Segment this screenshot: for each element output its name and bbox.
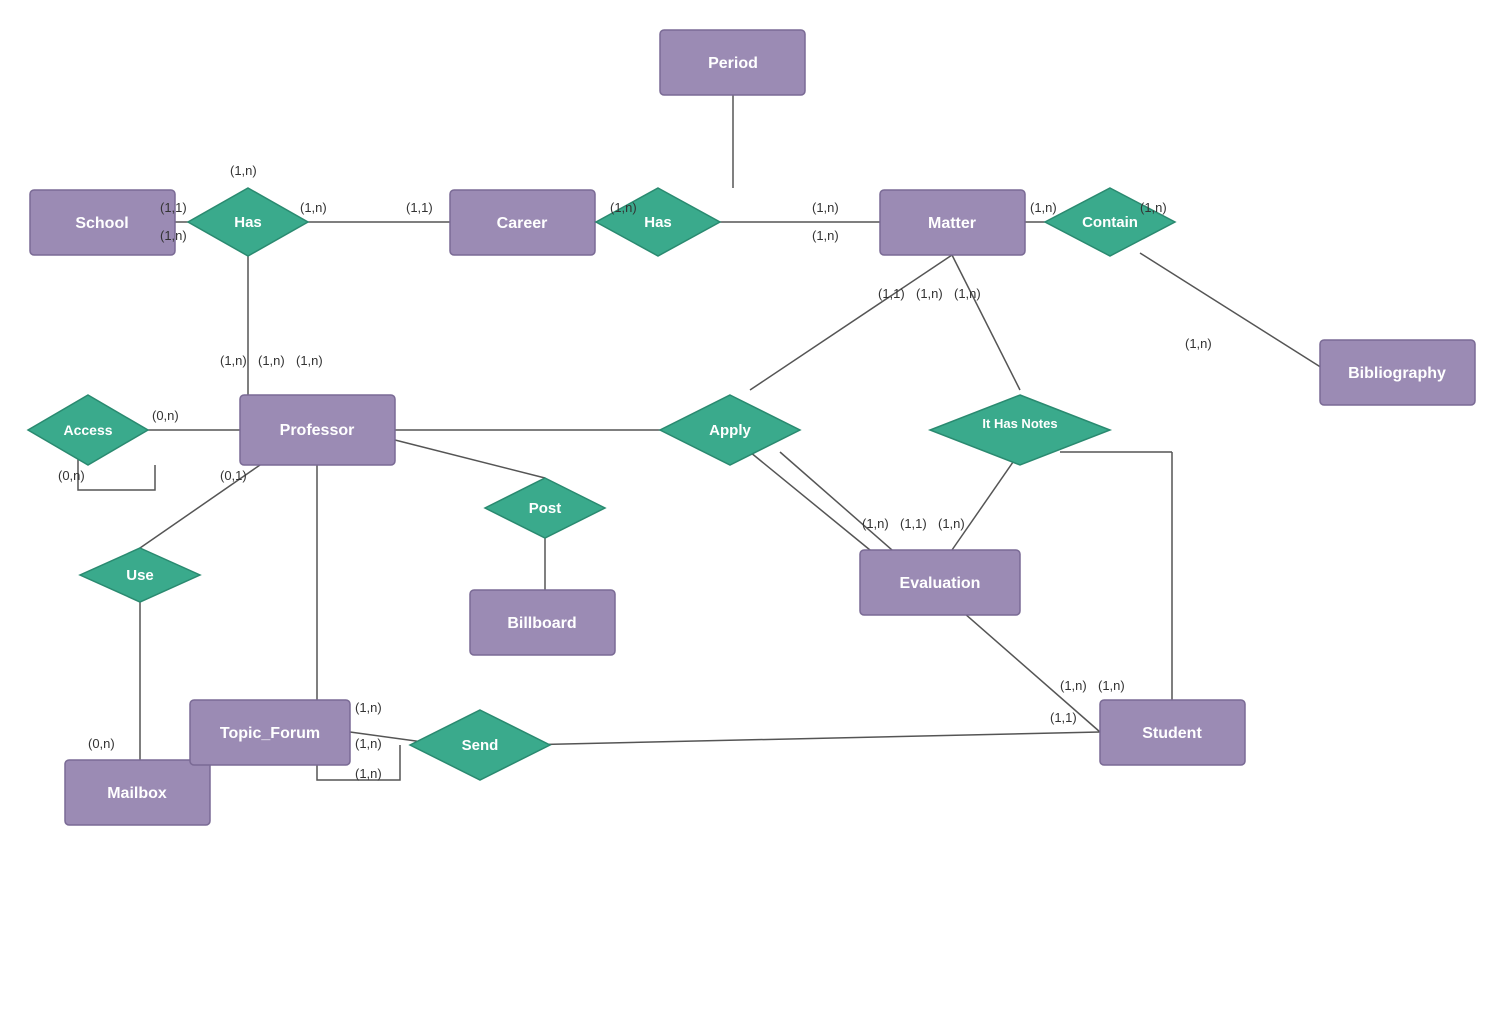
label-contain-matter: (1,n) — [1140, 200, 1167, 215]
label-eval-2: (1,1) — [900, 516, 927, 531]
label-prof-top-1: (1,n) — [220, 353, 247, 368]
label-send-student: (1,1) — [1050, 710, 1077, 725]
entity-billboard-label: Billboard — [507, 615, 576, 632]
relationship-access-label: Access — [63, 422, 112, 438]
relationship-has2-label: Has — [644, 214, 672, 231]
relationship-contain-label: Contain — [1082, 214, 1138, 231]
relationship-has1-label: Has — [234, 214, 262, 231]
label-matter-apply-3: (1,n) — [954, 286, 981, 301]
entity-career-label: Career — [497, 215, 548, 232]
label-topicforum-send-2: (1,n) — [355, 736, 382, 751]
label-school-has1-bot: (1,n) — [160, 228, 187, 243]
label-career-has1-bot: (1,1) — [406, 200, 433, 215]
label-matter-apply-2: (1,n) — [916, 286, 943, 301]
entity-matter-label: Matter — [928, 215, 976, 232]
label-school-has1-top: (1,1) — [160, 200, 187, 215]
label-mailbox: (0,n) — [88, 736, 115, 751]
label-matter-apply-1: (1,1) — [878, 286, 905, 301]
label-access-self-2: (0,1) — [220, 468, 247, 483]
relationship-apply-label: Apply — [709, 422, 751, 439]
label-has2-matter-bot: (1,n) — [812, 228, 839, 243]
relationship-use-label: Use — [126, 567, 154, 584]
label-student-top-2: (1,n) — [1098, 678, 1125, 693]
label-send-bottom: (1,n) — [355, 766, 382, 781]
entity-topic-forum-label: Topic_Forum — [220, 725, 320, 742]
diagram-container: School Career Matter Period Professor Ma… — [0, 0, 1500, 1029]
label-student-top-1: (1,n) — [1060, 678, 1087, 693]
label-eval-1: (1,n) — [862, 516, 889, 531]
relationship-send-label: Send — [462, 737, 499, 754]
label-matter-contain: (1,n) — [1030, 200, 1057, 215]
label-eval-3: (1,n) — [938, 516, 965, 531]
entity-evaluation-label: Evaluation — [900, 575, 981, 592]
er-diagram: School Career Matter Period Professor Ma… — [0, 0, 1500, 1029]
label-topicforum-send-1: (1,n) — [355, 700, 382, 715]
relationship-ithasnotes-label: It Has Notes — [982, 416, 1057, 431]
label-prof-top-3: (1,n) — [296, 353, 323, 368]
label-access-self-1: (0,n) — [58, 468, 85, 483]
entity-professor-label: Professor — [280, 422, 355, 439]
entity-mailbox-label: Mailbox — [107, 785, 167, 802]
label-has1-career-top: (1,n) — [300, 200, 327, 215]
relationship-post-label: Post — [529, 500, 562, 517]
entity-school-label: School — [75, 215, 128, 232]
entity-period-label: Period — [708, 55, 758, 72]
label-career-has2: (1,n) — [610, 200, 637, 215]
entity-student-label: Student — [1142, 725, 1202, 742]
label-has2-matter-top: (1,n) — [812, 200, 839, 215]
label-contain-bib: (1,n) — [1185, 336, 1212, 351]
label-prof-top-2: (1,n) — [258, 353, 285, 368]
entity-bibliography-label: Bibliography — [1348, 365, 1446, 382]
label-has1-top: (1,n) — [230, 163, 257, 178]
label-access-prof: (0,n) — [152, 408, 179, 423]
